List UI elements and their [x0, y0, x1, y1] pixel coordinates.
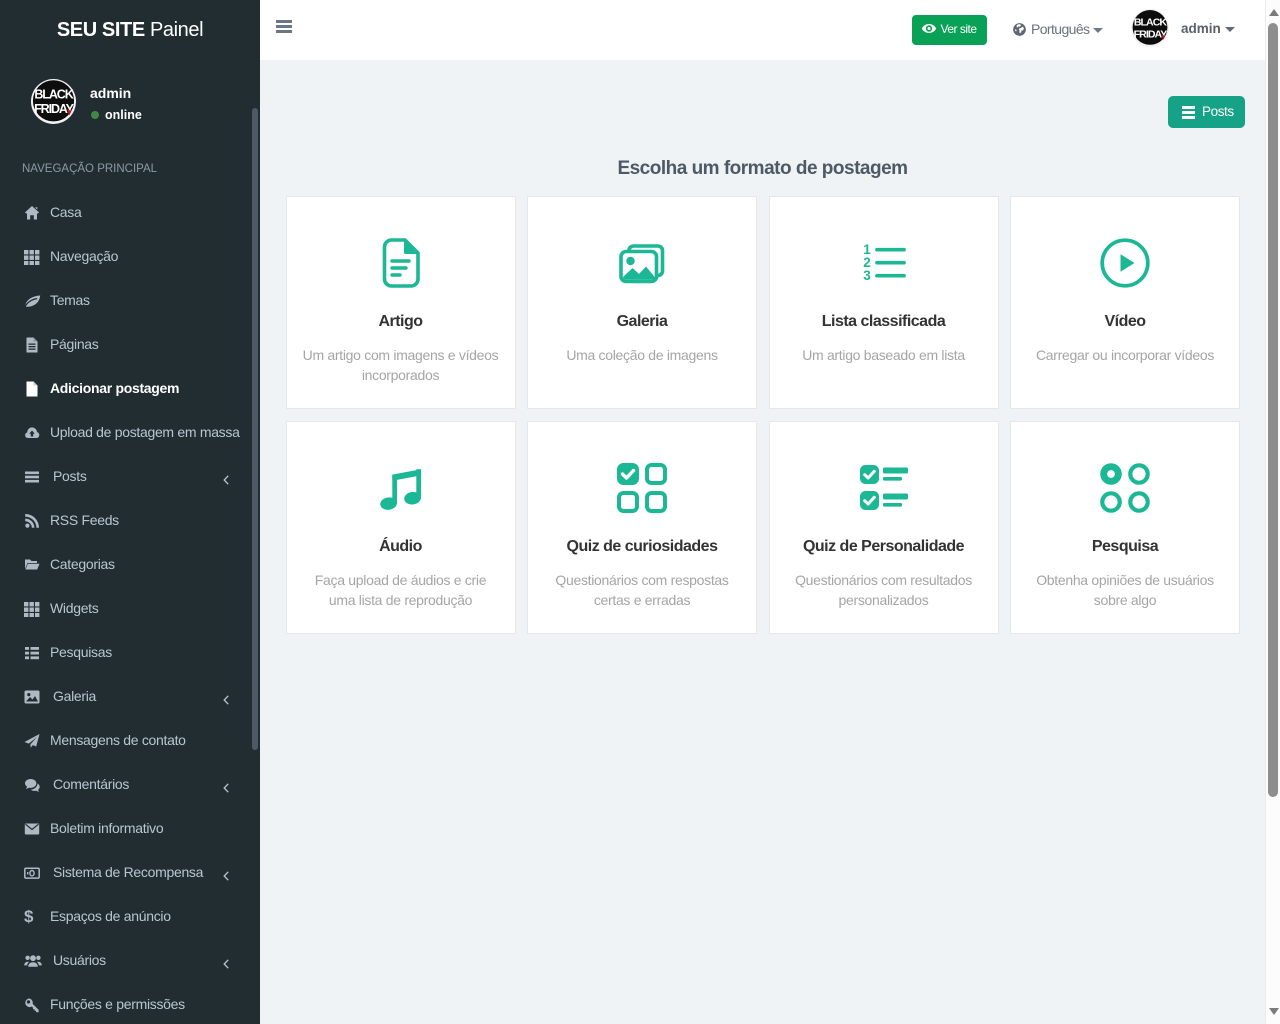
- svg-text:BLACK: BLACK: [34, 88, 73, 102]
- svg-text:3: 3: [863, 268, 871, 283]
- svg-text:BLACK: BLACK: [1134, 16, 1168, 28]
- svg-text:FRIDAY: FRIDAY: [34, 102, 75, 116]
